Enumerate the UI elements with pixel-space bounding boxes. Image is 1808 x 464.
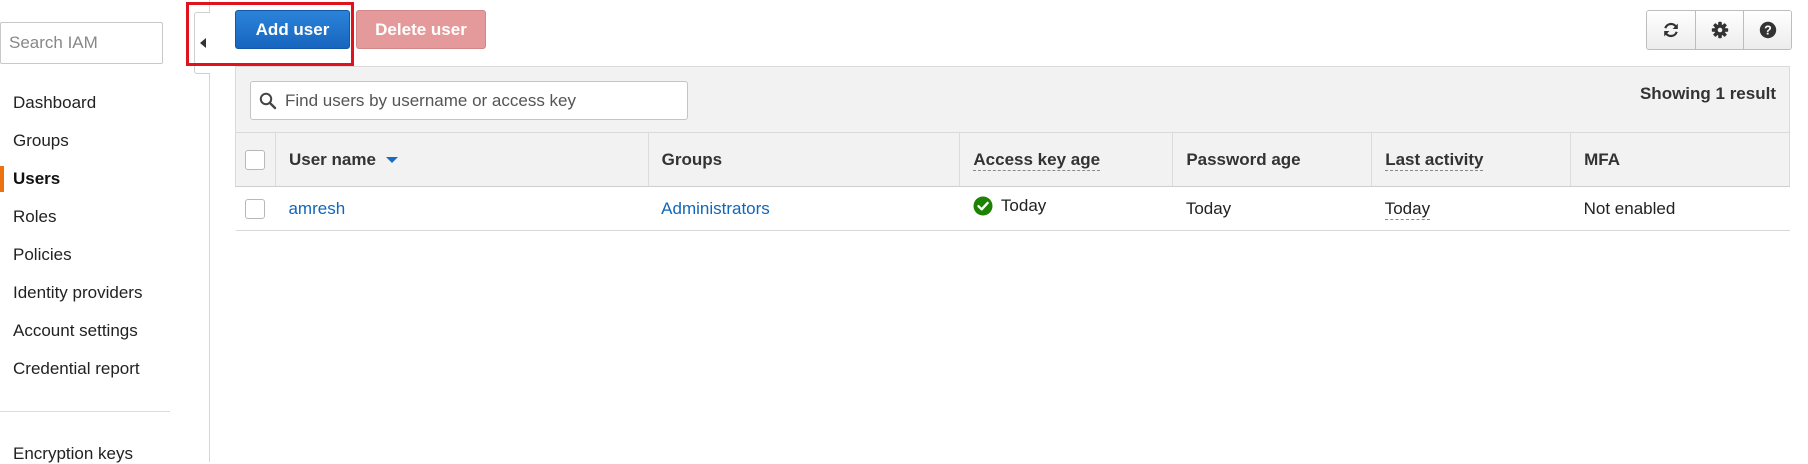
add-user-button[interactable]: Add user [235, 10, 350, 49]
search-icon [259, 92, 277, 110]
users-table-panel: Showing 1 result User name Groups Access… [235, 66, 1790, 231]
user-name-link[interactable]: amresh [288, 199, 345, 218]
access-key-age-value: Today [1000, 196, 1047, 215]
refresh-button[interactable] [1647, 11, 1695, 49]
sort-descending-icon [385, 157, 398, 164]
row-select-cell [235, 186, 276, 231]
column-header-mfa[interactable]: MFA [1570, 132, 1790, 187]
column-header-access-key-age[interactable]: Access key age [959, 132, 1173, 187]
sidebar-item-encryption-keys[interactable]: Encryption keys [13, 444, 133, 464]
settings-button[interactable] [1695, 11, 1743, 49]
column-label-password-age: Password age [1186, 149, 1301, 169]
sidebar-item-roles[interactable]: Roles [0, 198, 210, 236]
column-label-access-key-age: Access key age [973, 149, 1101, 171]
column-label-last-activity: Last activity [1385, 149, 1484, 171]
cell-access-key-age: Today [959, 186, 1173, 231]
users-table: User name Groups Access key age Password… [235, 132, 1790, 231]
sidebar-item-groups[interactable]: Groups [0, 122, 210, 160]
cell-last-activity: Today [1371, 186, 1571, 231]
password-age-value: Today [1185, 198, 1232, 218]
search-iam-input[interactable] [0, 22, 163, 64]
sidebar: Dashboard Groups Users Roles Policies Id… [0, 0, 210, 464]
sidebar-item-credential-report[interactable]: Credential report [0, 350, 210, 388]
filter-users-input[interactable] [283, 82, 683, 119]
sidebar-item-identity-providers[interactable]: Identity providers [0, 274, 210, 312]
cell-mfa: Not enabled [1570, 186, 1790, 231]
help-icon: ? [1759, 21, 1776, 39]
column-header-last-activity[interactable]: Last activity [1371, 132, 1571, 187]
help-button[interactable]: ? [1743, 11, 1791, 49]
column-header-password-age[interactable]: Password age [1172, 132, 1372, 187]
column-header-user-name[interactable]: User name [274, 132, 649, 187]
filter-users-box [250, 81, 688, 120]
table-row: amresh Administrators Today Today Today … [235, 186, 1790, 231]
cell-password-age: Today [1172, 186, 1372, 231]
sidebar-item-dashboard[interactable]: Dashboard [0, 84, 210, 122]
column-label-groups: Groups [661, 149, 723, 169]
refresh-icon [1664, 22, 1678, 38]
sidebar-nav: Dashboard Groups Users Roles Policies Id… [0, 84, 210, 388]
check-circle-icon [973, 196, 993, 216]
access-key-status: Today [973, 196, 1046, 216]
toolbar-icon-group: ? [1646, 10, 1792, 50]
column-header-groups[interactable]: Groups [647, 132, 960, 187]
group-link[interactable]: Administrators [661, 199, 770, 218]
result-count: Showing 1 result [1639, 84, 1776, 103]
delete-user-button[interactable]: Delete user [356, 10, 486, 49]
column-label-user-name: User name [288, 149, 376, 169]
cell-groups: Administrators [648, 186, 960, 231]
sidebar-divider [0, 411, 170, 412]
row-checkbox[interactable] [245, 198, 266, 219]
select-all-checkbox[interactable] [245, 149, 266, 170]
users-panel-header: Showing 1 result [235, 66, 1790, 132]
sidebar-item-account-settings[interactable]: Account settings [0, 312, 210, 350]
table-header-row: User name Groups Access key age Password… [235, 132, 1790, 187]
gear-icon [1711, 21, 1728, 39]
last-activity-value[interactable]: Today [1384, 198, 1431, 220]
svg-text:?: ? [1764, 24, 1772, 38]
cell-user-name: amresh [275, 186, 649, 231]
select-all-cell [235, 132, 276, 187]
column-label-mfa: MFA [1584, 149, 1620, 169]
sidebar-item-users[interactable]: Users [0, 160, 210, 198]
sidebar-item-policies[interactable]: Policies [0, 236, 210, 274]
mfa-value: Not enabled [1583, 198, 1676, 218]
